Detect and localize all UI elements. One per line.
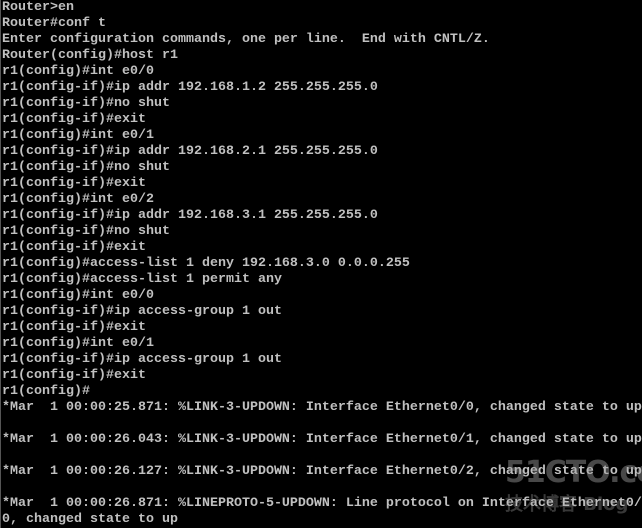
terminal-line: r1(config-if)#exit xyxy=(2,240,146,255)
terminal-line: r1(config-if)#exit xyxy=(2,176,146,191)
terminal-line: Router>en xyxy=(2,0,74,15)
terminal-line: Router(config)#host r1 xyxy=(2,48,178,63)
terminal-line: r1(config)#int e0/1 xyxy=(2,336,154,351)
terminal-line: r1(config-if)#ip addr 192.168.1.2 255.25… xyxy=(2,80,378,95)
terminal-line: r1(config-if)#no shut xyxy=(2,224,170,239)
terminal-line: r1(config-if)#no shut xyxy=(2,96,170,111)
terminal-line: r1(config-if)#no shut xyxy=(2,160,170,175)
terminal-line: r1(config-if)#exit xyxy=(2,368,146,383)
terminal-line: r1(config-if)#ip addr 192.168.3.1 255.25… xyxy=(2,208,378,223)
terminal-line: *Mar 1 00:00:26.871: %LINEPROTO-5-UPDOWN… xyxy=(2,496,642,511)
terminal-line: Enter configuration commands, one per li… xyxy=(2,32,490,47)
terminal-line: r1(config)# xyxy=(2,384,90,399)
terminal-line: r1(config)#int e0/0 xyxy=(2,64,154,79)
terminal-line: *Mar 1 00:00:26.043: %LINK-3-UPDOWN: Int… xyxy=(2,432,642,447)
terminal-line: r1(config)#access-list 1 permit any xyxy=(2,272,282,287)
terminal-line: r1(config)#access-list 1 deny 192.168.3.… xyxy=(2,256,410,271)
terminal-line: Router#conf t xyxy=(2,16,106,31)
terminal-line: r1(config-if)#ip addr 192.168.2.1 255.25… xyxy=(2,144,378,159)
terminal-line: r1(config-if)#ip access-group 1 out xyxy=(2,304,282,319)
terminal-line: 0, changed state to up xyxy=(2,512,178,527)
terminal-line: *Mar 1 00:00:25.871: %LINK-3-UPDOWN: Int… xyxy=(2,400,642,415)
terminal-line: r1(config-if)#exit xyxy=(2,112,146,127)
window-edge xyxy=(0,0,1,528)
terminal-line: r1(config)#int e0/0 xyxy=(2,288,154,303)
terminal-line: *Mar 1 00:00:26.127: %LINK-3-UPDOWN: Int… xyxy=(2,464,642,479)
terminal-line: r1(config-if)#exit xyxy=(2,320,146,335)
terminal-line: r1(config)#int e0/2 xyxy=(2,192,154,207)
terminal-output[interactable]: Router>en Router#conf t Enter configuratio… xyxy=(2,0,642,528)
terminal-line: r1(config-if)#ip access-group 1 out xyxy=(2,352,282,367)
terminal-line: r1(config)#int e0/1 xyxy=(2,128,154,143)
